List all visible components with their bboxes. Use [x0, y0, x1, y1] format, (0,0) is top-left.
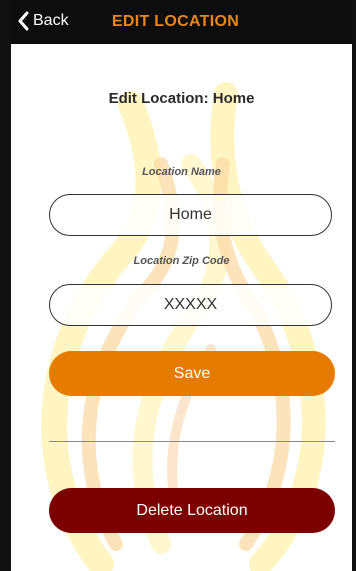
page-title: Edit Location: Home [108, 90, 255, 107]
location-zip-label: Location Zip Code [133, 255, 230, 267]
location-zip-input[interactable]: XXXXX [49, 284, 332, 326]
back-button[interactable]: Back [17, 9, 69, 33]
left-edge-frame [0, 0, 11, 571]
location-name-label: Location Name [142, 166, 221, 178]
chevron-left-icon [18, 11, 29, 31]
divider [49, 441, 335, 442]
save-button[interactable]: Save [49, 351, 335, 396]
back-label: Back [33, 12, 69, 29]
delete-location-button[interactable]: Delete Location [49, 488, 335, 533]
location-name-input[interactable]: Home [49, 194, 332, 236]
right-edge-frame [352, 0, 356, 571]
edit-location-form: Edit Location: Home Location Name Home L… [11, 44, 352, 571]
navigation-bar: EDIT LOCATION Back [11, 0, 352, 44]
